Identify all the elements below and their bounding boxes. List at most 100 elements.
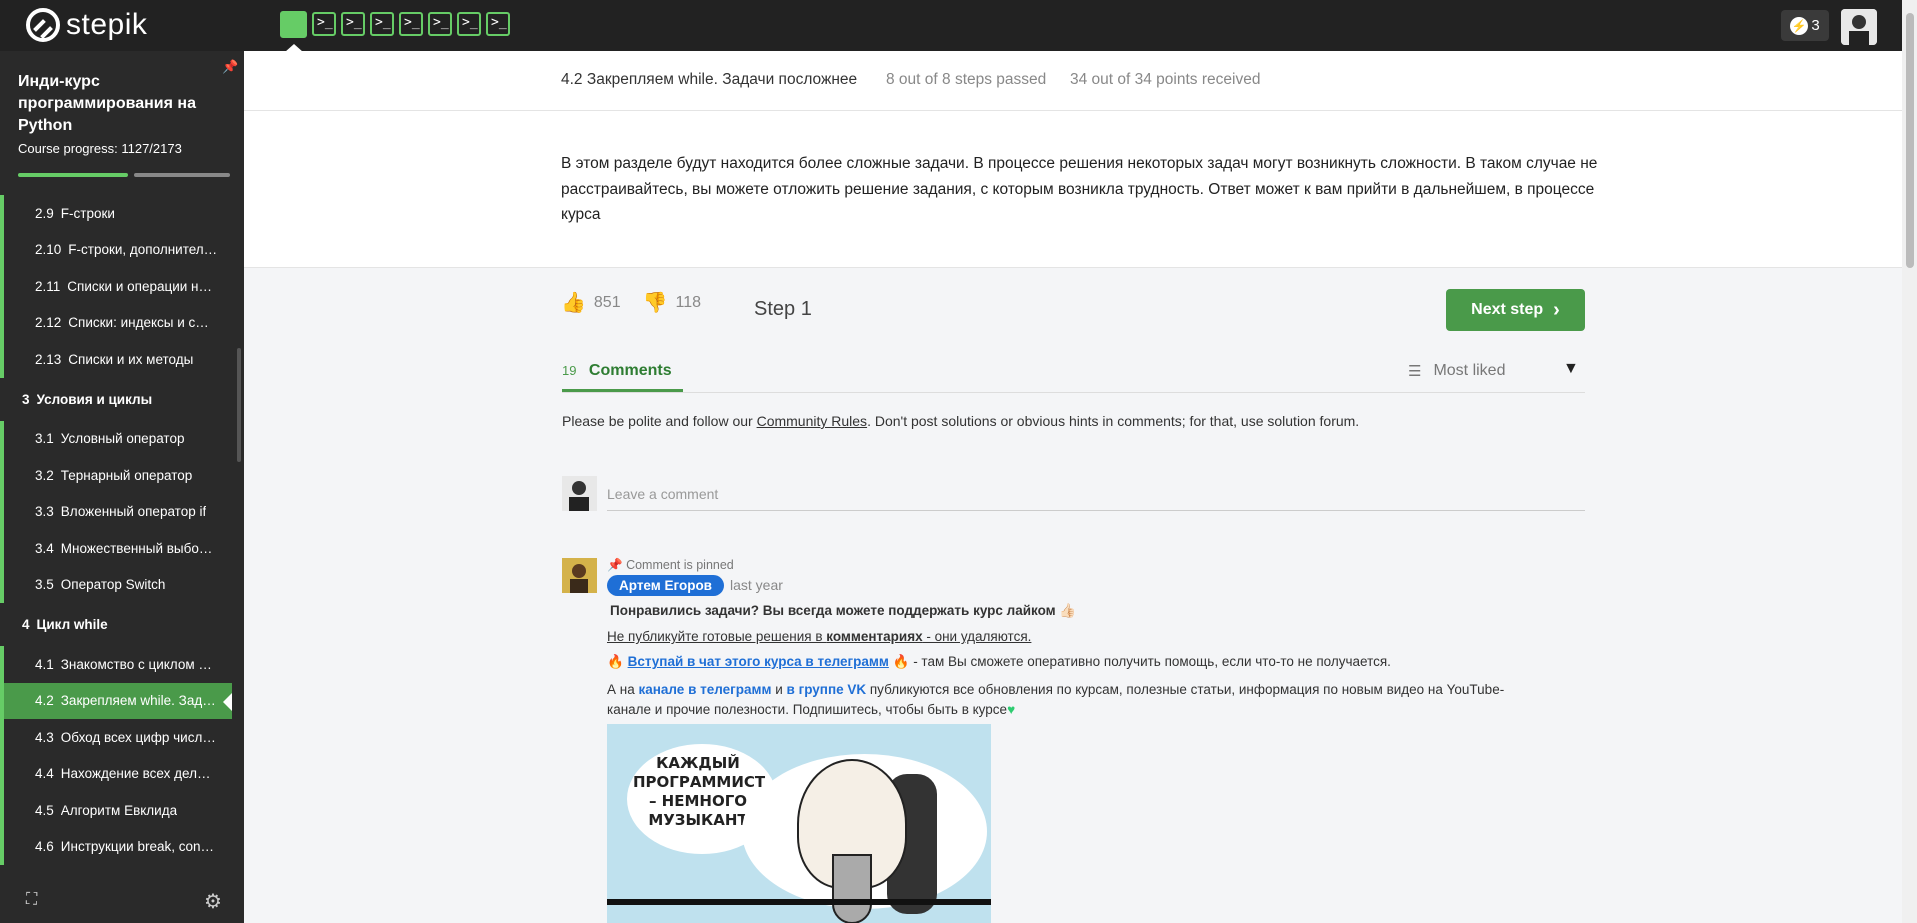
sidebar-item[interactable]: 2.11 Списки и операции н…: [0, 268, 232, 305]
gear-icon[interactable]: ⚙: [204, 889, 222, 914]
sidebar-item[interactable]: 4.4 Нахождение всех дел…: [0, 755, 232, 792]
sidebar-scrollbar[interactable]: [237, 348, 241, 462]
comments-tab-label: Comments: [588, 362, 672, 379]
sidebar-item-label: Обход всех цифр числ…: [60, 729, 216, 745]
course-title[interactable]: Инди-курс программирования на Python: [18, 71, 218, 137]
expand-icon[interactable]: ⛶: [26, 891, 44, 909]
comment-line: А на канале в телеграмм и в группе VK пу…: [607, 680, 1527, 720]
sidebar-item[interactable]: 2.9 F-строки: [0, 195, 232, 232]
sidebar-item-label: Оператор Switch: [60, 577, 166, 593]
comments-count: 19: [562, 363, 577, 378]
sidebar-item-number: 2.9: [35, 205, 54, 221]
thumbs-up-icon[interactable]: 👍: [561, 290, 586, 315]
sidebar-item[interactable]: 4.1 Знакомство с циклом …: [0, 646, 232, 683]
sidebar-item[interactable]: 4.6 Инструкции break, con…: [0, 828, 232, 865]
comment-time: last year: [730, 577, 783, 593]
sidebar-item-label: Множественный выбо…: [60, 540, 213, 556]
sidebar-item-number: 2.11: [35, 278, 61, 294]
sidebar-item-label: Списки и их методы: [68, 351, 194, 367]
chevron-right-icon: ›: [1553, 298, 1560, 321]
energy-badge[interactable]: ⚡ 3: [1781, 10, 1829, 41]
step-4-tab[interactable]: >_: [370, 12, 394, 36]
pin-icon: 📌: [607, 558, 623, 572]
sidebar-item-number: 3.3: [35, 504, 54, 520]
step-3-tab[interactable]: >_: [341, 12, 365, 36]
fire-icon: 🔥: [607, 654, 624, 669]
sidebar-item-label: Алгоритм Евклида: [60, 802, 178, 818]
pin-icon[interactable]: 📌: [222, 59, 238, 75]
comment-line: 🔥 Вступай в чат этого курса в телеграмм …: [607, 654, 1391, 670]
sidebar-item-label: Цикл while: [36, 617, 108, 632]
community-rules-link[interactable]: Community Rules: [757, 413, 867, 429]
course-progress: Course progress: 1127/2173: [18, 141, 182, 156]
terminal-icon: >_: [346, 15, 362, 30]
sidebar-item-number: 3.5: [35, 577, 54, 593]
vote-bar: 👍 851 👎 118: [561, 290, 701, 315]
comic-beard: [832, 854, 872, 923]
step-8-tab[interactable]: >_: [486, 12, 510, 36]
sidebar-item-label: Списки и операции н…: [67, 278, 212, 294]
sidebar-item-number: 4.2: [35, 693, 54, 709]
sidebar-section[interactable]: 3 Условия и циклы: [0, 378, 232, 421]
progress-label: Course progress:: [18, 141, 118, 156]
comment-text: - они удаляются.: [922, 629, 1032, 644]
sort-label: Most liked: [1433, 362, 1506, 379]
avatar-image: [562, 558, 597, 593]
step-5-tab[interactable]: >_: [399, 12, 423, 36]
comment-text: Не публикуйте готовые решения в: [607, 629, 827, 644]
step-6-tab[interactable]: >_: [428, 12, 452, 36]
sidebar-item-number: 4.1: [35, 656, 54, 672]
current-lesson-caret: [223, 692, 232, 711]
sidebar-item-label: Списки: индексы и с…: [68, 315, 209, 331]
step-1-tab[interactable]: [280, 11, 307, 38]
scrollbar-thumb[interactable]: [1906, 13, 1914, 268]
terminal-icon: >_: [433, 15, 449, 30]
top-navbar: stepik >_ >_ >_ >_ >_ >_ >_ ⚡ 3: [0, 0, 1917, 52]
sidebar-item[interactable]: 4.3 Обход всех цифр числ…: [0, 719, 232, 756]
thumbs-down-icon[interactable]: 👎: [643, 290, 668, 315]
chevron-down-icon[interactable]: ▼: [1563, 360, 1579, 378]
comment-image[interactable]: КАЖДЫЙ ПРОГРАММИСТ – НЕМНОГО МУЗЫКАНТ: [607, 724, 991, 923]
avatar-image: [1841, 9, 1877, 45]
terminal-icon: >_: [317, 15, 333, 30]
sidebar-item[interactable]: 2.13 Списки и их методы: [0, 341, 232, 378]
sidebar-item[interactable]: 3.3 Вложенный оператор if: [0, 493, 232, 530]
sidebar-item[interactable]: 3.5 Оператор Switch: [0, 566, 232, 603]
sidebar-section[interactable]: 4 Цикл while: [0, 603, 232, 646]
sidebar-item[interactable]: 3.4 Множественный выбо…: [0, 530, 232, 567]
sidebar-item[interactable]: 2.12 Списки: индексы и с…: [0, 304, 232, 341]
sidebar-item-label: Вложенный оператор if: [60, 504, 207, 520]
terminal-icon: >_: [462, 15, 478, 30]
step-2-tab[interactable]: >_: [312, 12, 336, 36]
sidebar-item[interactable]: 3.2 Тернарный оператор: [0, 457, 232, 494]
stepik-logo[interactable]: stepik: [26, 8, 147, 42]
page-scrollbar[interactable]: [1902, 0, 1917, 923]
telegram-channel-link[interactable]: канале в телеграмм: [638, 682, 771, 697]
comment-input[interactable]: [607, 478, 1585, 511]
sort-icon: ☰: [1408, 363, 1422, 380]
energy-count: 3: [1811, 17, 1820, 34]
comment-author[interactable]: Артем Егоров: [607, 575, 724, 596]
sort-dropdown[interactable]: ☰ Most liked: [1408, 362, 1505, 380]
current-user-avatar: [562, 476, 597, 511]
vk-group-link[interactable]: в группе VK: [787, 682, 867, 697]
lesson-title: 4.2 Закрепляем while. Задачи посложнее: [561, 71, 858, 88]
comment-author-avatar[interactable]: [562, 558, 597, 593]
comment-text: и: [771, 682, 787, 697]
progress-bar: [18, 173, 230, 177]
sidebar-item[interactable]: 3.1 Условный оператор: [0, 420, 232, 457]
progress-remaining: [134, 173, 230, 177]
sidebar-item-number: 2.10: [35, 242, 62, 258]
next-step-button[interactable]: Next step ›: [1446, 289, 1585, 331]
sidebar-item-number: 3: [22, 391, 30, 407]
sidebar-item[interactable]: 4.5 Алгоритм Евклида: [0, 792, 232, 829]
sidebar-item[interactable]: 4.2 Закрепляем while. Зад…: [0, 682, 232, 719]
pinned-indicator: 📌 Comment is pinned: [607, 558, 734, 573]
telegram-chat-link[interactable]: Вступай в чат этого курса в телеграмм: [628, 654, 889, 669]
tab-comments[interactable]: 19 Comments: [562, 362, 683, 392]
user-avatar[interactable]: [1841, 9, 1877, 45]
rules-prefix: Please be polite and follow our: [562, 413, 757, 429]
step-label: Step 1: [754, 298, 812, 320]
sidebar-item[interactable]: 2.10 F-строки, дополнител…: [0, 231, 232, 268]
step-7-tab[interactable]: >_: [457, 12, 481, 36]
